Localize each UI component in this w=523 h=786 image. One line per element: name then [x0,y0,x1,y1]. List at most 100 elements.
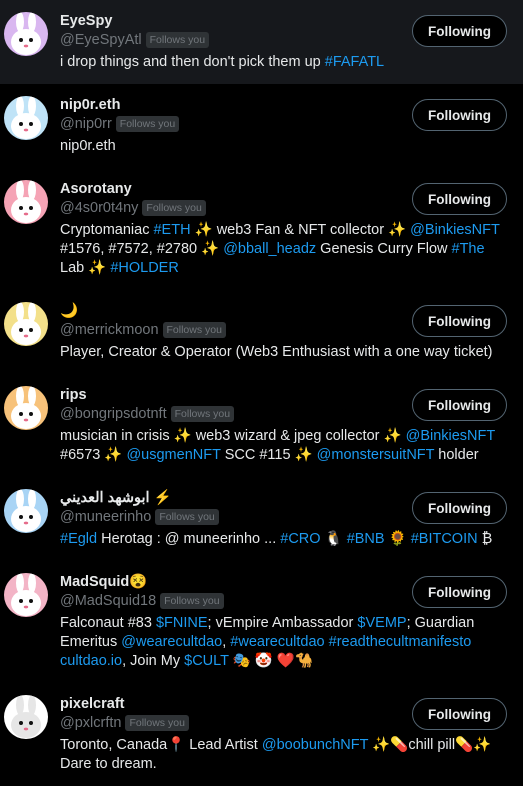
sparkles-emoji: ✨ [201,241,224,257]
handle-line: @nip0rr Follows you [60,115,180,133]
display-name[interactable]: MadSquid😵 [60,573,224,591]
handle-line: @muneerinho Follows you [60,508,219,526]
user-names: Asorotany @4s0r0t4ny Follows you [60,180,206,217]
bio-link[interactable]: @wearecultdao [121,634,222,650]
bio-link[interactable]: #The [452,241,485,257]
user-cell[interactable]: ابوشهد العديني ⚡ @muneerinho Follows you… [0,477,523,561]
following-button[interactable]: Following [412,15,507,47]
display-name[interactable]: 🌙 [60,302,226,320]
bio-link[interactable]: #readthecultmanifesto [329,634,472,650]
avatar[interactable] [4,12,48,56]
user-bio: Cryptomaniac #ETH ✨ web3 Fan & NFT colle… [60,221,507,278]
bio-link[interactable]: #wearecultdao [230,634,324,650]
user-header: 🌙 @merrickmoon Follows you Following [60,302,507,339]
avatar[interactable] [4,302,48,346]
user-cell-body: ابوشهد العديني ⚡ @muneerinho Follows you… [60,489,507,549]
bio-link[interactable]: @bball_headz [223,241,316,257]
bio-link[interactable]: @usgmenNFT [126,447,220,463]
bio-text: Lab [60,260,89,276]
bio-text: i drop things and then don't pick them u… [60,54,325,70]
user-header: ابوشهد العديني ⚡ @muneerinho Follows you… [60,489,507,526]
bio-text: 🐧 [320,531,347,547]
user-cell-body: MadSquid😵 @MadSquid18 Follows you Follow… [60,573,507,671]
following-button[interactable]: Following [412,389,507,421]
sparkles-emoji: ✨ [88,260,111,276]
bio-text: Herotag : @ muneerinho ... [97,531,281,547]
user-names: 🌙 @merrickmoon Follows you [60,302,226,339]
bunny-avatar-icon [4,573,48,617]
bio-link[interactable]: #FAFATL [325,54,384,70]
user-cell[interactable]: EyeSpy @EyeSpyAtl Follows you Following … [0,0,523,84]
following-button[interactable]: Following [412,183,507,215]
user-names: nip0r.eth @nip0rr Follows you [60,96,180,133]
following-button[interactable]: Following [412,99,507,131]
user-cell[interactable]: 🌙 @merrickmoon Follows you Following Pla… [0,290,523,374]
display-name[interactable]: ابوشهد العديني ⚡ [60,489,219,507]
display-name[interactable]: pixelcraft [60,695,189,713]
avatar[interactable] [4,695,48,739]
bio-text: Falconaut #83 [60,615,156,631]
user-handle[interactable]: @merrickmoon [60,321,159,339]
bio-text: holder [434,447,479,463]
bio-link[interactable]: $FNINE [156,615,208,631]
bio-link[interactable]: #BNB [347,531,385,547]
follows-you-badge: Follows you [170,406,235,422]
user-bio: Toronto, Canada📍 Lead Artist @boobunchNF… [60,736,507,774]
display-name[interactable]: nip0r.eth [60,96,179,114]
bio-link[interactable]: #BITCOIN [411,531,478,547]
bio-link[interactable]: #HOLDER [110,260,179,276]
user-cell[interactable]: rips @bongripsdotnft Follows you Followi… [0,374,523,477]
handle-line: @MadSquid18 Follows you [60,592,224,610]
bio-text: #6573 [60,447,105,463]
bio-link[interactable]: @BinkiesNFT [410,222,499,238]
bio-link[interactable]: #Egld [60,531,97,547]
bio-link[interactable]: cultdao.io [60,653,122,669]
user-cell-body: nip0r.eth @nip0rr Follows you Following … [60,96,507,156]
handle-line: @merrickmoon Follows you [60,321,226,339]
user-cell[interactable]: MadSquid😵 @MadSquid18 Follows you Follow… [0,561,523,683]
bunny-avatar-icon [4,180,48,224]
user-handle[interactable]: @pxlcrftn [60,714,121,732]
bio-link[interactable]: $CULT [184,653,229,669]
following-button[interactable]: Following [412,576,507,608]
bio-link[interactable]: @boobunchNFT [262,737,368,753]
bio-link[interactable]: #CRO [280,531,320,547]
user-cell-body: rips @bongripsdotnft Follows you Followi… [60,386,507,465]
follows-you-badge: Follows you [115,116,180,132]
user-cell-body: EyeSpy @EyeSpyAtl Follows you Following … [60,12,507,72]
bio-text: web3 Fan & NFT collector [216,222,389,238]
user-bio: #Egld Herotag : @ muneerinho ... #CRO 🐧 … [60,530,507,549]
user-cell[interactable]: nip0r.eth @nip0rr Follows you Following … [0,84,523,168]
follows-you-badge: Follows you [162,322,226,338]
user-handle[interactable]: @bongripsdotnft [60,405,167,423]
bio-link[interactable]: #ETH [153,222,190,238]
bio-text: SCC #115 [220,447,295,463]
avatar[interactable] [4,96,48,140]
bio-link[interactable]: $VEMP [357,615,406,631]
user-header: MadSquid😵 @MadSquid18 Follows you Follow… [60,573,507,610]
user-handle[interactable]: @nip0rr [60,115,112,133]
user-handle[interactable]: @4s0r0t4ny [60,199,138,217]
user-cell-body: Asorotany @4s0r0t4ny Follows you Followi… [60,180,507,278]
user-handle[interactable]: @MadSquid18 [60,592,156,610]
bio-text: Cryptomaniac [60,222,154,238]
display-name[interactable]: rips [60,386,234,404]
bio-link[interactable]: @monstersuitNFT [317,447,435,463]
user-cell[interactable]: Asorotany @4s0r0t4ny Follows you Followi… [0,168,523,290]
bio-link[interactable]: @BinkiesNFT [406,428,495,444]
sparkles-emoji: ✨ [173,428,196,444]
user-names: MadSquid😵 @MadSquid18 Follows you [60,573,224,610]
avatar[interactable] [4,573,48,617]
avatar[interactable] [4,489,48,533]
bunny-avatar-icon [4,96,48,140]
following-button[interactable]: Following [412,698,507,730]
user-handle[interactable]: @EyeSpyAtl [60,31,142,49]
user-handle[interactable]: @muneerinho [60,508,151,526]
display-name[interactable]: Asorotany [60,180,206,198]
avatar[interactable] [4,180,48,224]
display-name[interactable]: EyeSpy [60,12,209,30]
user-names: EyeSpy @EyeSpyAtl Follows you [60,12,210,49]
avatar[interactable] [4,386,48,430]
following-button[interactable]: Following [412,305,507,337]
following-button[interactable]: Following [412,492,507,524]
